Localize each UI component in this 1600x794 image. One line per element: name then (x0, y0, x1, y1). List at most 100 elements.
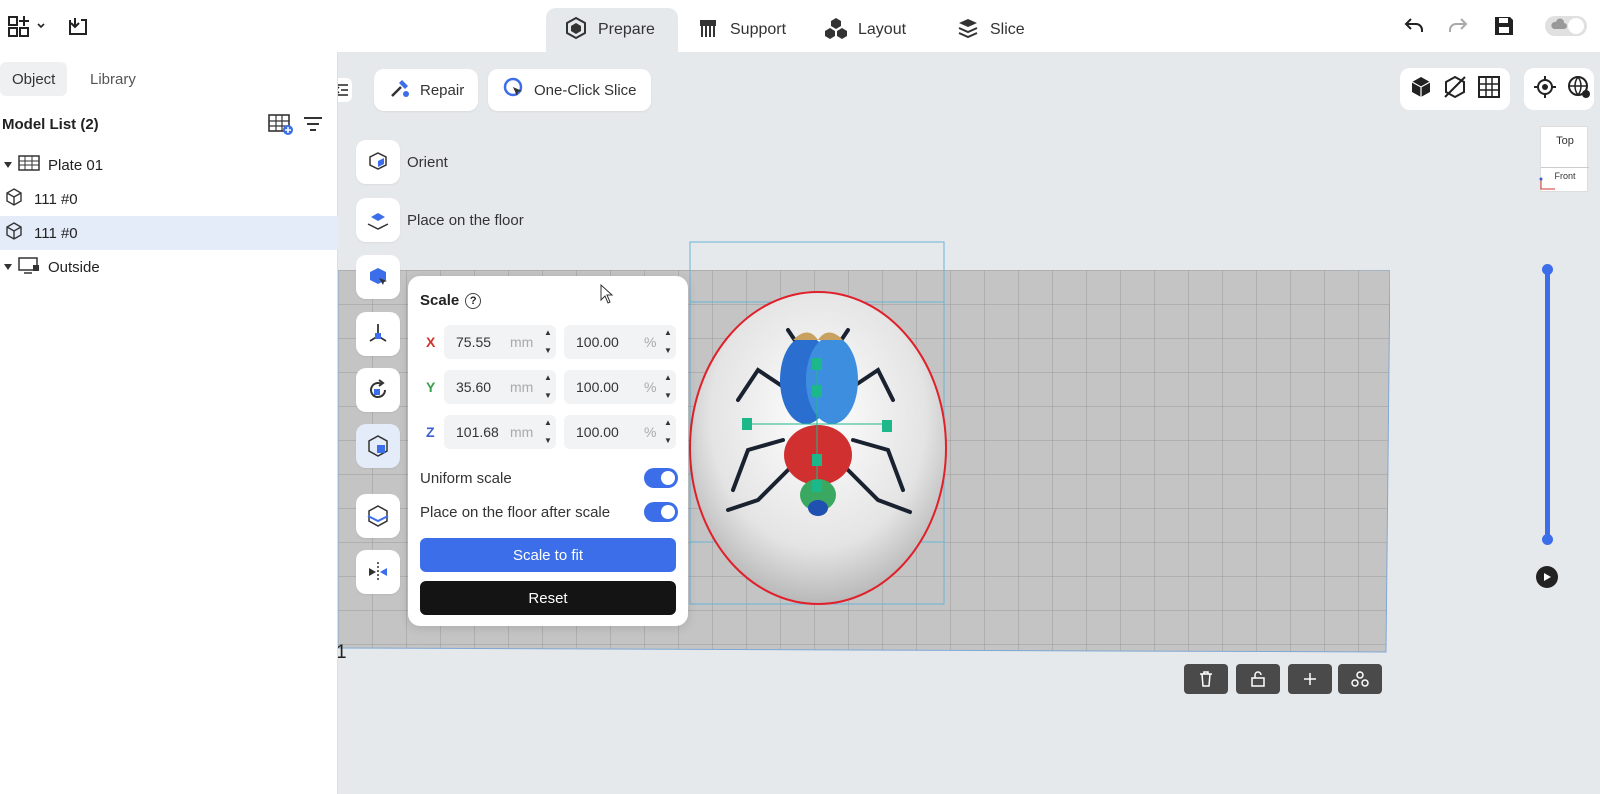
z-mm-value: 101.68 (456, 424, 499, 440)
uniform-scale-row: Uniform scale (420, 466, 678, 490)
one-click-slice-label: One-Click Slice (534, 81, 637, 99)
repair-label: Repair (420, 81, 465, 99)
add-menu-icon[interactable] (4, 10, 48, 42)
layer-slider-track[interactable] (1545, 270, 1550, 540)
mirror-button[interactable] (356, 550, 400, 594)
top-bar: Prepare Support Layout Slice (0, 0, 1600, 52)
orient-label: Orient (407, 154, 448, 171)
scale-icon (368, 435, 388, 457)
mouse-cursor-icon (600, 284, 614, 304)
scale-to-fit-button[interactable]: Scale to fit (420, 538, 676, 572)
one-click-slice-icon (502, 76, 526, 104)
unit-mm: mm (510, 379, 534, 395)
help-icon[interactable]: ? (465, 292, 482, 309)
play-icon (1544, 573, 1551, 581)
move-button[interactable] (356, 312, 400, 356)
tree-row-model-selected[interactable]: 111 #0 (0, 216, 338, 250)
grid-view-icon[interactable] (1476, 74, 1502, 105)
place-floor-after-toggle[interactable] (644, 502, 678, 522)
layout-icon (824, 16, 848, 45)
y-mm-stepper[interactable]: ▲ ▼ (542, 372, 554, 402)
solid-view-icon[interactable] (1408, 74, 1434, 105)
y-mm-value: 35.60 (456, 379, 492, 395)
camera-group (1524, 68, 1594, 110)
reset-button[interactable]: Reset (420, 581, 676, 615)
tab-object[interactable]: Object (0, 62, 68, 96)
z-percent-input[interactable]: 100.00 % ▲ ▼ (564, 415, 676, 449)
rotate-icon (370, 379, 387, 399)
collapse-sidebar-icon[interactable] (338, 78, 352, 102)
layer-slider-top-handle[interactable] (1542, 264, 1553, 275)
cube-icon (4, 221, 24, 245)
delete-plate-button[interactable] (1184, 664, 1228, 694)
rotate-button[interactable] (356, 368, 400, 412)
locate-icon[interactable] (1532, 74, 1558, 105)
caret-down-icon[interactable] (4, 162, 12, 168)
layer-slider-bottom-handle[interactable] (1542, 534, 1553, 545)
xray-view-icon[interactable] (1442, 74, 1468, 105)
cloud-toggle-icon[interactable] (1542, 10, 1590, 42)
place-on-floor-button[interactable] (356, 198, 400, 242)
filter-icon[interactable] (302, 112, 324, 141)
view-cube[interactable]: Top Front (1539, 126, 1589, 192)
lock-plate-button[interactable] (1236, 664, 1280, 694)
repair-button[interactable]: Repair (374, 69, 479, 111)
x-percent-stepper[interactable]: ▲ ▼ (662, 327, 674, 357)
scale-button[interactable] (356, 424, 400, 468)
tab-support[interactable]: Support (678, 8, 804, 52)
view-mode-group (1400, 68, 1510, 110)
x-mm-value: 75.55 (456, 334, 492, 350)
y-percent-stepper[interactable]: ▲ ▼ (662, 372, 674, 402)
repair-icon (388, 76, 412, 104)
orient-icon (369, 152, 387, 170)
x-percent-value: 100.00 (576, 334, 619, 350)
place-floor-after-row: Place on the floor after scale (420, 500, 678, 524)
plus-icon (1304, 673, 1316, 685)
z-mm-stepper[interactable]: ▲ ▼ (542, 417, 554, 447)
add-plate-icon[interactable] (268, 112, 294, 141)
select-face-button[interactable] (356, 255, 400, 299)
beetle-model[interactable] (688, 290, 948, 610)
tree-row-plate[interactable]: Plate 01 (0, 148, 338, 182)
global-view-icon[interactable] (1566, 74, 1592, 105)
unlock-icon (1251, 671, 1265, 687)
redo-icon[interactable] (1442, 10, 1474, 42)
x-mm-input[interactable]: 75.55 mm ▲ ▼ (444, 325, 556, 359)
unit-mm: mm (510, 334, 534, 350)
unit-percent: % (644, 334, 657, 350)
3d-viewport[interactable]: 1 Repair One-Click Slice Orient Place on… (338, 52, 1600, 794)
y-mm-input[interactable]: 35.60 mm ▲ ▼ (444, 370, 556, 404)
orient-button[interactable] (356, 140, 400, 184)
view-cube-top-label[interactable]: Top (1541, 135, 1589, 147)
trash-icon (1200, 671, 1212, 687)
z-mm-input[interactable]: 101.68 mm ▲ ▼ (444, 415, 556, 449)
tree-row-model[interactable]: 111 #0 (0, 182, 338, 216)
tab-slice[interactable]: Slice (938, 8, 1043, 52)
undo-icon[interactable] (1398, 10, 1430, 42)
play-button[interactable] (1536, 566, 1558, 588)
save-icon[interactable] (1488, 10, 1520, 42)
tree-row-outside[interactable]: Outside (0, 250, 338, 284)
tab-slice-label: Slice (990, 21, 1025, 38)
z-percent-stepper[interactable]: ▲ ▼ (662, 417, 674, 447)
scale-panel: Scale ? X 75.55 mm ▲ ▼ 100.00 % ▲ ▼ Y 35.6… (408, 276, 688, 626)
tab-layout[interactable]: Layout (806, 8, 924, 52)
scale-title-text: Scale (420, 292, 460, 309)
cut-button[interactable] (356, 494, 400, 538)
one-click-slice-button[interactable]: One-Click Slice (488, 69, 651, 111)
x-mm-stepper[interactable]: ▲ ▼ (542, 327, 554, 357)
unit-percent: % (644, 424, 657, 440)
tab-library[interactable]: Library (78, 62, 148, 96)
caret-down-icon[interactable] (4, 264, 12, 270)
x-percent-input[interactable]: 100.00 % ▲ ▼ (564, 325, 676, 359)
add-plate-button[interactable] (1288, 664, 1332, 694)
place-floor-icon (367, 213, 389, 230)
arrange-button[interactable] (1338, 664, 1382, 694)
tab-prepare[interactable]: Prepare (546, 8, 678, 52)
tree-label: Outside (48, 258, 100, 276)
uniform-scale-toggle[interactable] (644, 468, 678, 488)
place-floor-label: Place on the floor (407, 212, 524, 229)
y-percent-input[interactable]: 100.00 % ▲ ▼ (564, 370, 676, 404)
plate-icon (18, 155, 40, 175)
import-icon[interactable] (62, 10, 94, 42)
